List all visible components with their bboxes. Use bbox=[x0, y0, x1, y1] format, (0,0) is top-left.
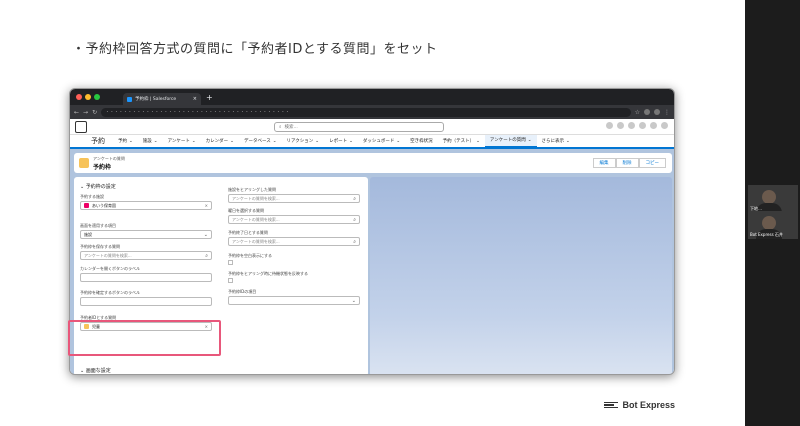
browser-tabbar: 予約枠 | Salesforce × + bbox=[70, 89, 674, 105]
field-label-waiting-state: 予約枠をヒアリング時に待機状態を反映する bbox=[228, 271, 308, 276]
search-icon: ⌕ bbox=[353, 195, 356, 202]
field-label-end-date-question: 予約終了日とする質問 bbox=[228, 230, 268, 235]
facility-icon bbox=[84, 203, 89, 208]
forward-icon[interactable]: → bbox=[83, 109, 88, 116]
nav-item-survey[interactable]: アンケート ⌄ bbox=[163, 134, 201, 148]
highlight-box bbox=[68, 320, 221, 356]
extension-icon[interactable] bbox=[644, 109, 650, 115]
blank-display-checkbox[interactable] bbox=[228, 260, 233, 265]
nav-item-facility[interactable]: 施設 ⌄ bbox=[138, 134, 163, 148]
slot-id-select[interactable]: ⌄ bbox=[228, 296, 360, 305]
url-input[interactable]: ・・・・・・・・・・・・・・・・・・・・・・・・・・・・・・・・・・・・・・・・… bbox=[101, 107, 631, 117]
field-label-slot-id: 予約枠IDの項目 bbox=[228, 289, 257, 294]
next-section-title[interactable]: ⌄ 画面な設定 bbox=[80, 367, 111, 374]
help-icon[interactable] bbox=[628, 122, 635, 129]
clear-icon[interactable]: × bbox=[205, 203, 208, 208]
profile-icon[interactable] bbox=[654, 109, 660, 115]
calendar-app-icon[interactable] bbox=[75, 121, 87, 133]
global-search-input[interactable]: ⌕ 検索... bbox=[274, 122, 444, 132]
delete-button[interactable]: 削除 bbox=[615, 158, 639, 168]
chevron-down-icon: ⌄ bbox=[203, 231, 208, 238]
nav-item-report[interactable]: レポート ⌄ bbox=[324, 134, 358, 148]
bell-icon[interactable] bbox=[650, 122, 657, 129]
brand-logo: Bot Express bbox=[604, 400, 675, 410]
participant-avatar bbox=[762, 216, 776, 230]
back-icon[interactable]: ← bbox=[74, 109, 79, 116]
nav-item-calendar[interactable]: カレンダー ⌄ bbox=[201, 134, 239, 148]
field-label-facility: 予約する施設 bbox=[80, 194, 104, 199]
header-icons bbox=[606, 122, 668, 129]
address-bar-row: ← → ↻ ・・・・・・・・・・・・・・・・・・・・・・・・・・・・・・・・・・… bbox=[70, 105, 674, 119]
avatar[interactable] bbox=[661, 122, 668, 129]
section-title[interactable]: ⌄ 予約枠の設定 bbox=[80, 183, 116, 190]
search-icon: ⌕ bbox=[353, 238, 356, 245]
field-label-save-question: 予約枠を保存する質問 bbox=[80, 244, 120, 249]
edit-button[interactable]: 編集 bbox=[592, 158, 616, 168]
participant-avatar bbox=[762, 190, 776, 204]
maximize-window-icon[interactable] bbox=[94, 94, 100, 100]
search-icon: ⌕ bbox=[205, 252, 208, 259]
end-date-question-search[interactable]: アンケートの質問を検索... ⌕ bbox=[228, 237, 360, 246]
favorites-icon[interactable] bbox=[606, 122, 613, 129]
nav-item-availability[interactable]: 空き枠状況 bbox=[405, 134, 438, 148]
app-name: 予約 bbox=[91, 137, 105, 145]
brand-name: Bot Express bbox=[622, 400, 675, 410]
record-icon bbox=[79, 158, 89, 168]
tab-title: 予約枠 | Salesforce bbox=[135, 97, 177, 102]
record-header: アンケートの質問 予約枠 編集 削除 コピー bbox=[74, 153, 672, 173]
close-window-icon[interactable] bbox=[76, 94, 82, 100]
field-label-calendar-button: カレンダーを開くボタンのラベル bbox=[80, 266, 140, 271]
record-buttons: 編集 削除 コピー bbox=[592, 158, 666, 168]
record-name: 予約枠 bbox=[93, 163, 112, 171]
nav-item-dashboard[interactable]: ダッシュボード ⌄ bbox=[358, 134, 405, 148]
record-type: アンケートの質問 bbox=[93, 155, 125, 161]
star-icon[interactable]: ☆ bbox=[635, 109, 640, 116]
menu-icon[interactable]: ⋮ bbox=[664, 109, 670, 116]
app-nav: 予約 予約 ⌄ 施設 ⌄ アンケート ⌄ カレンダー ⌄ データベース ⌄ リアクション ⌄… bbox=[70, 134, 674, 149]
nav-item-survey-question[interactable]: アンケートの質問 ⌄ bbox=[484, 134, 537, 148]
video-tile-1[interactable]: 下地… bbox=[748, 185, 798, 213]
reload-icon[interactable]: ↻ bbox=[92, 109, 97, 116]
field-label-confirm-button: 予約枠を確定するボタンのラベル bbox=[80, 290, 140, 295]
nav-item-database[interactable]: データベース ⌄ bbox=[239, 134, 282, 148]
nav-item-more[interactable]: さらに表示 ⌄ bbox=[537, 134, 575, 148]
chevron-down-icon: ⌄ bbox=[351, 297, 356, 304]
nav-item-reservation-test[interactable]: 予約（テスト） ⌄ bbox=[438, 134, 485, 148]
empty-side-panel bbox=[370, 177, 672, 374]
copy-button[interactable]: コピー bbox=[638, 158, 666, 168]
video-tile-2[interactable]: Bot Express 石井 bbox=[748, 211, 798, 239]
nav-item-reaction[interactable]: リアクション ⌄ bbox=[282, 134, 325, 148]
tab-close-icon[interactable]: × bbox=[193, 96, 197, 102]
field-label-apply-item: 画面を適用する項目 bbox=[80, 223, 116, 228]
search-icon: ⌕ bbox=[279, 125, 282, 130]
salesforce-header: ⌕ 検索... bbox=[70, 119, 674, 135]
gear-icon[interactable] bbox=[639, 122, 646, 129]
search-icon: ⌕ bbox=[353, 216, 356, 223]
nav-item-reservation[interactable]: 予約 ⌄ bbox=[113, 134, 138, 148]
add-icon[interactable] bbox=[617, 122, 624, 129]
salesforce-icon bbox=[127, 96, 132, 102]
apply-item-select[interactable]: 施設 ⌄ bbox=[80, 230, 212, 239]
facility-question-search[interactable]: アンケートの質問を検索... ⌕ bbox=[228, 194, 360, 203]
search-placeholder: 検索... bbox=[284, 125, 298, 130]
browser-tab[interactable]: 予約枠 | Salesforce × bbox=[123, 93, 201, 105]
field-label-blank-display: 予約枠を空白表示にする bbox=[228, 253, 273, 258]
confirm-button-label-input[interactable] bbox=[80, 297, 212, 306]
field-label-weekday-question: 曜日を選択する質問 bbox=[228, 208, 264, 213]
participant-name: Bot Express 石井 bbox=[750, 232, 783, 237]
brand-lines-icon bbox=[604, 401, 619, 409]
save-question-search[interactable]: アンケートの質問を検索... ⌕ bbox=[80, 251, 212, 260]
facility-lookup[interactable]: あいう保育園 × bbox=[80, 201, 212, 210]
new-tab-button[interactable]: + bbox=[206, 93, 213, 102]
weekday-question-search[interactable]: アンケートの質問を検索... ⌕ bbox=[228, 215, 360, 224]
minimize-window-icon[interactable] bbox=[85, 94, 91, 100]
field-label-facility-question: 施設をヒアリングした質問 bbox=[228, 187, 276, 192]
slide: ・予約枠回答方式の質問に「予約者IDとする質問」をセット 予約枠 | Sales… bbox=[0, 0, 745, 426]
calendar-button-label-input[interactable] bbox=[80, 273, 212, 282]
waiting-state-checkbox[interactable] bbox=[228, 278, 233, 283]
slide-title: ・予約枠回答方式の質問に「予約者IDとする質問」をセット bbox=[72, 42, 438, 57]
